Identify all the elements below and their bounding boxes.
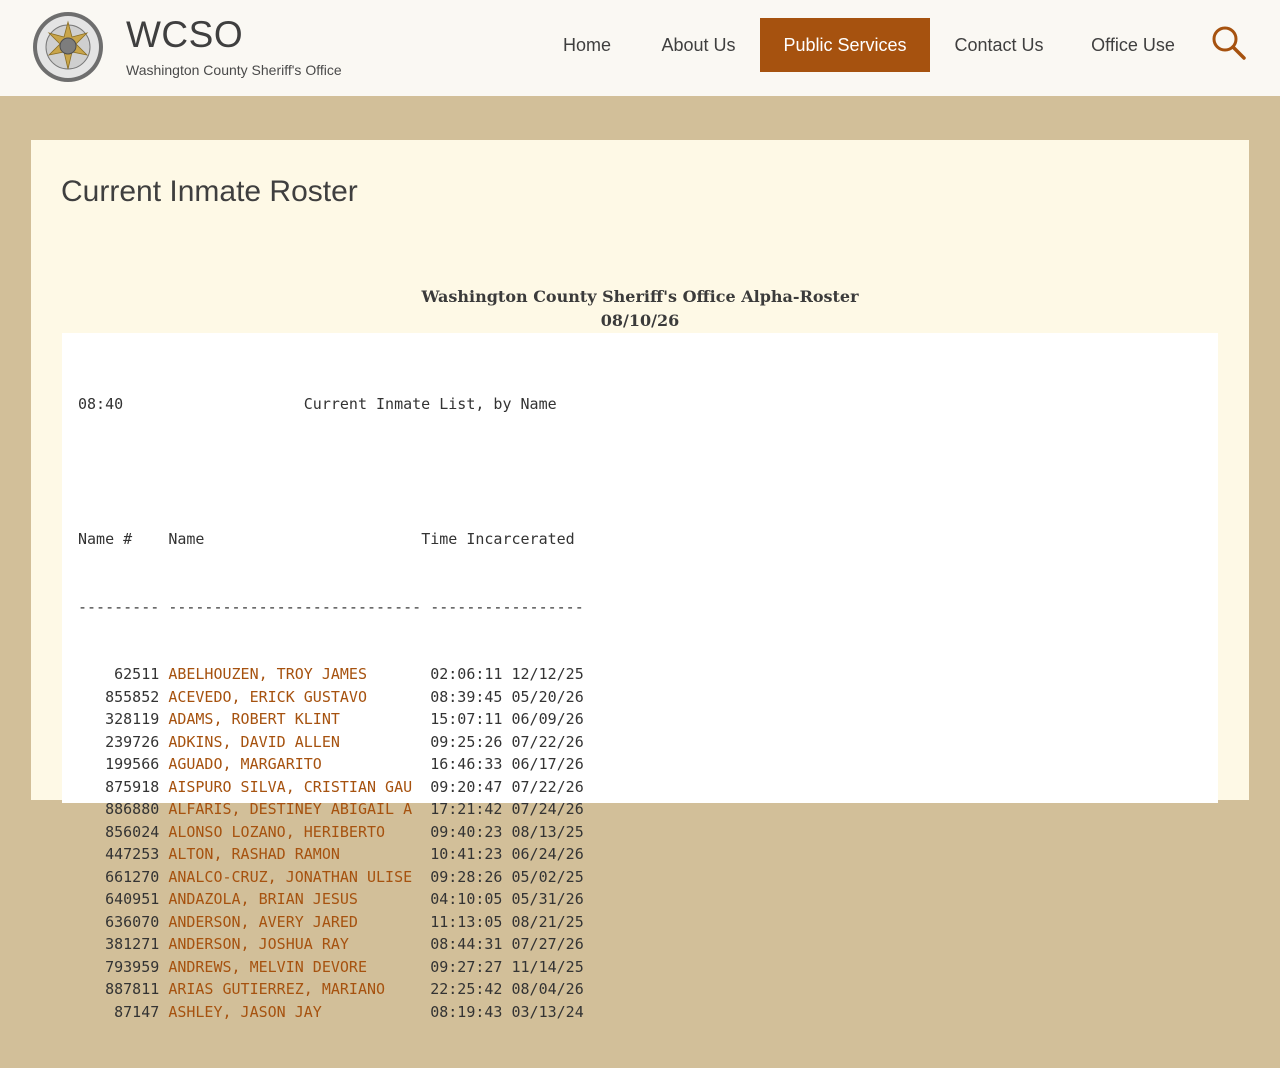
search-icon[interactable] [1210, 24, 1248, 62]
inmate-number: 855852 [78, 687, 169, 706]
inmate-number: 328119 [78, 710, 169, 728]
col-number: Name # [78, 530, 133, 548]
inmate-number: 661270 [78, 867, 169, 886]
main-content: Current Inmate Roster Washington County … [31, 140, 1249, 1021]
table-row: 381271 ANDERSON, JOSHUA RAY 08:44:31 07/… [78, 933, 584, 956]
col-time: Time Incarcerated [421, 530, 575, 548]
inmate-number: 793959 [78, 957, 169, 976]
inmate-name-link[interactable]: ANDERSON, JOSHUA RAY [168, 935, 349, 953]
site-tagline: Washington County Sheriff's Office [126, 62, 342, 78]
sheriff-badge-logo[interactable] [32, 11, 104, 83]
inmate-number: 447253 [78, 845, 169, 863]
table-row: 855852 ACEVEDO, ERICK GUSTAVO 08:39:45 0… [78, 686, 584, 709]
inmate-number: 381271 [78, 935, 169, 953]
roster-date: 08/10/26 [600, 311, 680, 330]
inmate-number: 636070 [78, 912, 169, 931]
incarceration-time: 08:19:43 03/13/24 [430, 1002, 584, 1021]
inmate-name-link[interactable]: ARIAS GUTIERREZ, MARIANO [168, 980, 385, 998]
incarceration-time: 09:27:27 11/14/25 [430, 957, 584, 976]
inmate-number: 87147 [78, 1002, 169, 1021]
roster-text: 08:40 Current Inmate List, by Name Name … [78, 348, 584, 1068]
inmate-name-link[interactable]: ALONSO LOZANO, HERIBERTO [168, 823, 385, 841]
incarceration-time: 22:25:42 08/04/26 [430, 980, 584, 998]
table-row: 239726 ADKINS, DAVID ALLEN 09:25:26 07/2… [78, 731, 584, 754]
list-title: Current Inmate List, by Name [303, 395, 557, 413]
nav-home[interactable]: Home [538, 18, 636, 72]
col-name: Name [168, 530, 205, 548]
inmate-list: 62511 ABELHOUZEN, TROY JAMES 02:06:11 12… [78, 663, 584, 1023]
table-row: 447253 ALTON, RASHAD RAMON 10:41:23 06/2… [78, 843, 584, 866]
inmate-name-link[interactable]: ANDAZOLA, BRIAN JESUS [168, 890, 358, 908]
inmate-number: 62511 [78, 665, 169, 683]
incarceration-time: 11:13:05 08/21/25 [430, 912, 584, 931]
table-row: 793959 ANDREWS, MELVIN DEVORE 09:27:27 1… [78, 956, 584, 979]
incarceration-time: 09:28:26 05/02/25 [430, 867, 584, 886]
table-row: 886880 ALFARIS, DESTINEY ABIGAIL A 17:21… [78, 798, 584, 821]
incarceration-time: 08:44:31 07/27/26 [430, 935, 584, 953]
table-row: 875918 AISPURO SILVA, CRISTIAN GAU 09:20… [78, 776, 584, 799]
table-row: 87147 ASHLEY, JASON JAY 08:19:43 03/13/2… [78, 1001, 584, 1024]
incarceration-time: 17:21:42 07/24/26 [430, 800, 584, 818]
table-row: 62511 ABELHOUZEN, TROY JAMES 02:06:11 12… [78, 663, 584, 686]
inmate-name-link[interactable]: ADKINS, DAVID ALLEN [168, 733, 340, 751]
inmate-name-link[interactable]: ASHLEY, JASON JAY [168, 1003, 322, 1021]
inmate-name-link[interactable]: ADAMS, ROBERT KLINT [168, 710, 340, 728]
column-headers: Name # Name Time Incarcerated [78, 528, 584, 551]
site-header: WCSO Washington County Sheriff's Office … [0, 0, 1280, 96]
inmate-name-link[interactable]: ANDERSON, AVERY JARED [168, 913, 358, 931]
column-rules: --------- ---------------------------- -… [78, 597, 584, 616]
nav-about-us[interactable]: About Us [648, 18, 749, 72]
incarceration-time: 09:40:23 08/13/25 [430, 822, 584, 841]
inmate-name-link[interactable]: AGUADO, MARGARITO [168, 755, 322, 773]
inmate-name-link[interactable]: ANALCO-CRUZ, JONATHAN ULISE [168, 868, 412, 886]
table-row: 661270 ANALCO-CRUZ, JONATHAN ULISE 09:28… [78, 866, 584, 889]
list-header-line: 08:40 Current Inmate List, by Name [78, 393, 584, 416]
incarceration-time: 09:25:26 07/22/26 [430, 732, 584, 751]
incarceration-time: 02:06:11 12/12/25 [430, 665, 584, 683]
inmate-number: 640951 [78, 890, 169, 908]
inmate-name-link[interactable]: ANDREWS, MELVIN DEVORE [168, 958, 367, 976]
page-title: Current Inmate Roster [61, 175, 358, 208]
table-row: 856024 ALONSO LOZANO, HERIBERTO 09:40:23… [78, 821, 584, 844]
inmate-number: 199566 [78, 755, 169, 773]
inmate-name-link[interactable]: ACEVEDO, ERICK GUSTAVO [168, 688, 367, 706]
table-row: 636070 ANDERSON, AVERY JARED 11:13:05 08… [78, 911, 584, 934]
table-row: 328119 ADAMS, ROBERT KLINT 15:07:11 06/0… [78, 708, 584, 731]
incarceration-time: 09:20:47 07/22/26 [430, 777, 584, 796]
site-title[interactable]: WCSO [126, 14, 243, 56]
inmate-number: 886880 [78, 800, 169, 818]
table-row: 199566 AGUADO, MARGARITO 16:46:33 06/17/… [78, 753, 584, 776]
table-row: 640951 ANDAZOLA, BRIAN JESUS 04:10:05 05… [78, 888, 584, 911]
inmate-number: 887811 [78, 980, 169, 998]
roster-title: Washington County Sheriff's Office Alpha… [421, 287, 859, 306]
nav-office-use[interactable]: Office Use [1080, 18, 1186, 72]
nav-contact-us[interactable]: Contact Us [942, 18, 1056, 72]
inmate-name-link[interactable]: ALTON, RASHAD RAMON [168, 845, 340, 863]
incarceration-time: 10:41:23 06/24/26 [430, 845, 584, 863]
incarceration-time: 04:10:05 05/31/26 [430, 890, 584, 908]
table-row: 887811 ARIAS GUTIERREZ, MARIANO 22:25:42… [78, 978, 584, 1001]
roster-heading: Washington County Sheriff's Office Alpha… [31, 285, 1249, 333]
inmate-number: 856024 [78, 822, 169, 841]
inmate-name-link[interactable]: ABELHOUZEN, TROY JAMES [168, 665, 367, 683]
inmate-number: 239726 [78, 732, 169, 751]
roster-listing: 08:40 Current Inmate List, by Name Name … [62, 333, 1218, 1021]
inmate-name-link[interactable]: AISPURO SILVA, CRISTIAN GAU [168, 778, 412, 796]
incarceration-time: 15:07:11 06/09/26 [430, 710, 584, 728]
incarceration-time: 16:46:33 06/17/26 [430, 755, 584, 773]
nav-public-services[interactable]: Public Services [760, 18, 930, 72]
inmate-name-link[interactable]: ALFARIS, DESTINEY ABIGAIL A [168, 800, 412, 818]
inmate-number: 875918 [78, 777, 169, 796]
report-time: 08:40 [78, 395, 124, 413]
incarceration-time: 08:39:45 05/20/26 [430, 687, 584, 706]
